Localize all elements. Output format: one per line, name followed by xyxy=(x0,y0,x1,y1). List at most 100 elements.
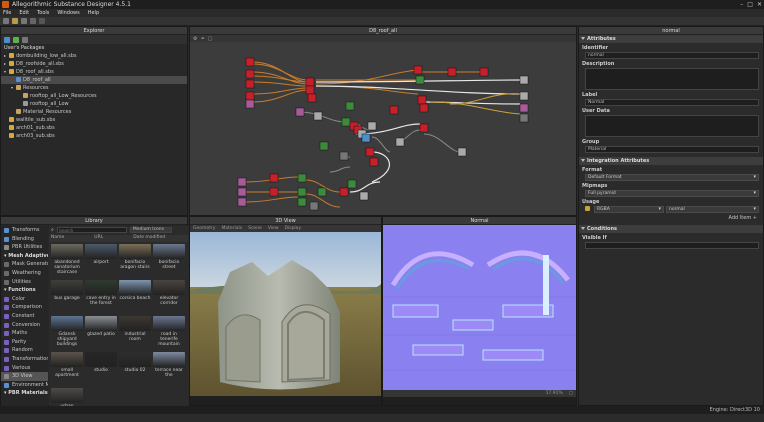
graph-node[interactable] xyxy=(237,177,247,187)
tree-item[interactable]: walltile_sub.sbs xyxy=(1,116,187,124)
menu-windows[interactable]: Windows xyxy=(57,9,79,17)
graph-node[interactable] xyxy=(479,67,489,77)
graph-node[interactable] xyxy=(415,75,425,85)
graph-node[interactable] xyxy=(519,75,529,85)
library-category[interactable]: Comparison xyxy=(1,303,48,312)
library-item[interactable]: corsica beach xyxy=(119,280,151,314)
new-file-icon[interactable] xyxy=(3,18,9,24)
library-category[interactable]: ▾ Mesh Adaptive xyxy=(1,252,48,261)
save-icon[interactable] xyxy=(21,18,27,24)
graph-node[interactable] xyxy=(447,67,457,77)
usage-type-select[interactable]: RGBA xyxy=(594,206,664,213)
graph-node[interactable] xyxy=(245,91,255,101)
library-category[interactable]: Color xyxy=(1,295,48,304)
maximize-icon[interactable]: □ xyxy=(747,0,753,9)
graph-node[interactable] xyxy=(419,123,429,133)
graph-node[interactable] xyxy=(365,147,375,157)
library-category[interactable]: Maths xyxy=(1,329,48,338)
add-item-button[interactable]: Add Item xyxy=(729,215,752,221)
menu-help[interactable]: Help xyxy=(88,9,99,17)
column-url[interactable]: URL xyxy=(94,235,103,242)
library-item[interactable]: terrace near the xyxy=(153,352,185,386)
3d-menu-geometry[interactable]: Geometry xyxy=(193,226,215,231)
graph-node[interactable] xyxy=(339,187,349,197)
menu-tools[interactable]: Tools xyxy=(37,9,49,17)
library-item[interactable]: urban exploring xyxy=(51,388,83,422)
3d-menu-display[interactable]: Display xyxy=(285,226,302,231)
graph-tool-icon[interactable]: ⚙ xyxy=(193,36,197,42)
add-icon[interactable]: + xyxy=(753,215,757,221)
3d-viewport[interactable] xyxy=(190,232,381,396)
library-category[interactable]: Various xyxy=(1,364,48,373)
integration-section-header[interactable]: Integration Attributes xyxy=(579,157,763,165)
graph-node[interactable] xyxy=(245,99,255,109)
library-item[interactable]: road in tenerife mountain xyxy=(153,316,185,350)
graph-node[interactable] xyxy=(341,117,351,127)
graph-frame-icon[interactable]: ▢ xyxy=(208,36,213,42)
graph-node[interactable] xyxy=(305,85,315,95)
graph-node[interactable] xyxy=(457,147,467,157)
library-category[interactable]: Parity xyxy=(1,338,48,347)
minimize-icon[interactable]: – xyxy=(740,0,743,9)
open-folder-icon[interactable] xyxy=(12,18,18,24)
library-category[interactable]: ▾ PBR Materials xyxy=(1,389,48,398)
library-category[interactable]: ▾ Functions xyxy=(1,286,48,295)
library-item[interactable]: glazed patio xyxy=(85,316,117,350)
3d-menu-scene[interactable]: Scene xyxy=(248,226,262,231)
close-icon[interactable]: ✕ xyxy=(757,0,762,9)
library-item[interactable]: small apartment xyxy=(51,352,83,386)
open-package-icon[interactable] xyxy=(13,36,19,43)
column-name[interactable]: Name xyxy=(51,235,64,242)
tree-item[interactable]: ▸ D8_roofside_all.sbs xyxy=(1,60,187,68)
library-item[interactable]: abandoned sanatorium staircase xyxy=(51,244,83,278)
tree-item[interactable]: Material_Resources xyxy=(1,108,187,116)
graph-node[interactable] xyxy=(339,151,349,161)
menu-edit[interactable]: Edit xyxy=(19,9,29,17)
attributes-section-header[interactable]: Attributes xyxy=(579,35,763,43)
library-item[interactable]: airport xyxy=(85,244,117,278)
tree-item[interactable]: ▾ Resources xyxy=(1,84,187,92)
library-item[interactable]: studio xyxy=(85,352,117,386)
usage-value-select[interactable]: normal xyxy=(666,206,759,213)
graph-node[interactable] xyxy=(313,111,323,121)
graph-node[interactable] xyxy=(245,79,255,89)
graph-node[interactable] xyxy=(319,141,329,151)
graph-node[interactable] xyxy=(367,121,377,131)
format-select[interactable]: Default Format xyxy=(585,174,759,181)
library-item[interactable]: bonifacio street xyxy=(153,244,185,278)
3d-menu-view[interactable]: View xyxy=(268,226,279,231)
library-category[interactable]: 3D View xyxy=(1,372,48,381)
mipmaps-select[interactable]: Full pyramid xyxy=(585,190,759,197)
library-category[interactable]: Utilities xyxy=(1,278,48,287)
label-field[interactable]: Normal xyxy=(585,99,759,106)
conditions-section-header[interactable]: Conditions xyxy=(579,225,763,233)
library-item[interactable]: studio 02 xyxy=(119,352,151,386)
library-category[interactable]: PBR Utilities xyxy=(1,243,48,252)
graph-node[interactable] xyxy=(297,197,307,207)
library-category[interactable]: Weathering xyxy=(1,269,48,278)
redo-icon[interactable] xyxy=(39,18,45,24)
icon-size-select[interactable]: Medium Icons xyxy=(129,227,172,233)
library-search-input[interactable] xyxy=(56,227,127,233)
library-item[interactable]: elevator corridor xyxy=(153,280,185,314)
graph-node[interactable] xyxy=(519,91,529,101)
graph-node[interactable] xyxy=(519,103,529,113)
graph-node[interactable] xyxy=(395,137,405,147)
graph-node[interactable] xyxy=(389,105,399,115)
3d-menu-materials[interactable]: Materials xyxy=(221,226,242,231)
library-category[interactable]: Transformation xyxy=(1,355,48,364)
tree-item[interactable]: rooftop_all_Low_Resources xyxy=(1,92,187,100)
graph-node[interactable] xyxy=(237,187,247,197)
graph-node[interactable] xyxy=(269,187,279,197)
library-category[interactable]: Conversion xyxy=(1,321,48,330)
library-category[interactable]: Environment Maps xyxy=(1,381,48,390)
graph-node[interactable] xyxy=(305,77,315,87)
graph-node[interactable] xyxy=(419,103,429,113)
graph-node[interactable] xyxy=(245,69,255,79)
graph-link-icon[interactable]: ⚭ xyxy=(200,36,204,42)
graph-node[interactable] xyxy=(309,201,319,211)
graph-node[interactable] xyxy=(237,197,247,207)
tree-item[interactable]: ▾ D8_roof_all.sbs xyxy=(1,68,187,76)
library-category[interactable]: Constant xyxy=(1,312,48,321)
user-data-field[interactable] xyxy=(585,115,759,137)
